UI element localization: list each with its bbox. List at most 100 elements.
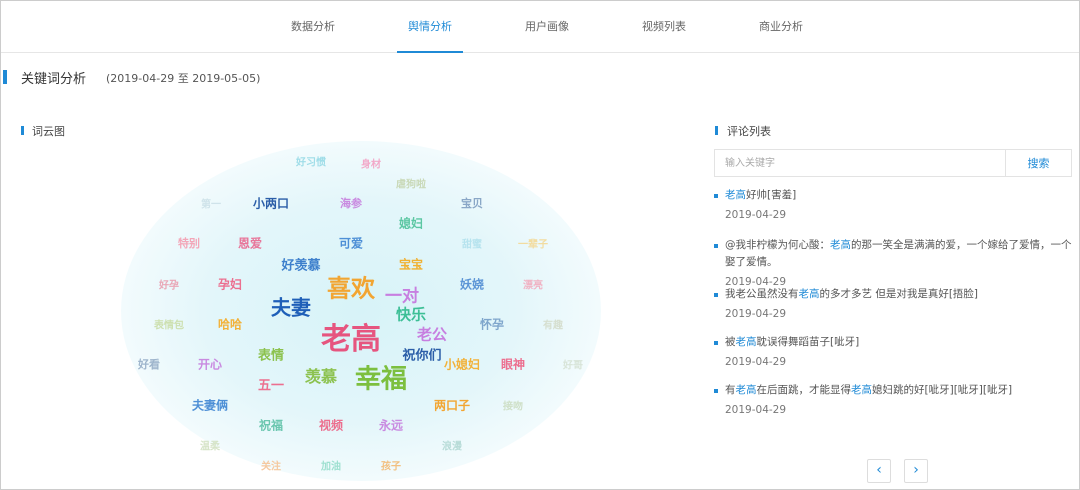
cloud-word[interactable]: 妖娆 <box>460 276 484 293</box>
cloud-word[interactable]: 一辈子 <box>518 236 548 251</box>
cloud-word[interactable]: 可爱 <box>339 235 363 252</box>
date-range: (2019-04-29 至 2019-05-05) <box>106 72 261 85</box>
tab-user-profile[interactable]: 用户画像 <box>514 1 580 53</box>
text-segment: 好帅[害羞] <box>746 189 797 201</box>
bullet <box>714 293 718 297</box>
section-title: 关键词分析 <box>21 72 87 87</box>
comment-text: @我非柠檬为何心酸：老高的那一笑全是满满的爱，一个嫁给了爱情，一个娶了爱情。 <box>714 237 1074 271</box>
cloud-word[interactable]: 老公 <box>417 324 447 345</box>
keyword-highlight: 老高 <box>735 384 757 396</box>
text-segment: 有 <box>725 384 736 396</box>
chevron-right-icon: › <box>913 462 919 478</box>
cloud-word[interactable]: 祝福 <box>259 417 283 434</box>
comment-date: 2019-04-29 <box>725 308 787 320</box>
text-segment: 的多才多艺 但是对我是真好[捂脸] <box>819 288 979 300</box>
cloud-word[interactable]: 两口子 <box>434 397 470 414</box>
cloud-word[interactable]: 好哥 <box>563 357 583 372</box>
bullet <box>714 389 718 393</box>
cloud-word[interactable]: 怀孕 <box>480 316 504 333</box>
cloud-word[interactable]: 好孕 <box>159 277 179 292</box>
comment-text: 老高好帅[害羞] <box>714 187 1074 204</box>
bullet <box>714 194 718 198</box>
comment-item: 被老高耽误得舞蹈苗子[呲牙] 2019-04-29 <box>714 334 1074 371</box>
cloud-word[interactable]: 哈哈 <box>218 316 242 333</box>
keyword-highlight: 老高 <box>725 189 746 201</box>
cloud-word[interactable]: 浪漫 <box>442 438 462 453</box>
keyword-highlight: 老高 <box>830 239 851 251</box>
text-segment: @我非柠檬为何心酸： <box>725 239 830 251</box>
cloud-marker <box>21 126 24 135</box>
chevron-left-icon: ‹ <box>876 462 882 478</box>
section-marker <box>3 70 7 84</box>
cloud-word[interactable]: 表情 <box>258 345 284 364</box>
cloud-word[interactable]: 身材 <box>361 156 381 171</box>
comment-date: 2019-04-29 <box>725 209 787 221</box>
comment-text: 我老公虽然没有老高的多才多艺 但是对我是真好[捂脸] <box>714 286 1074 303</box>
cloud-word[interactable]: 五一 <box>258 375 284 394</box>
cloud-word[interactable]: 开心 <box>198 356 222 373</box>
text-segment: 被 <box>725 336 736 348</box>
comment-item: 老高好帅[害羞] 2019-04-29 <box>714 187 1074 224</box>
prev-page-button[interactable]: ‹ <box>867 459 891 483</box>
cloud-word[interactable]: 孩子 <box>381 458 401 473</box>
text-segment: 在后面跳，才能显得 <box>756 384 852 396</box>
tab-business-analysis[interactable]: 商业分析 <box>748 1 814 53</box>
text-segment: 媳妇跳的好[呲牙][呲牙][呲牙] <box>872 384 1013 396</box>
cloud-word[interactable]: 加油 <box>321 458 341 473</box>
cloud-word[interactable]: 第一 <box>201 196 221 211</box>
cloud-word[interactable]: 视频 <box>319 417 343 434</box>
cloud-word[interactable]: 好看 <box>138 356 160 372</box>
cloud-word[interactable]: 幸福 <box>355 359 407 396</box>
cloud-word[interactable]: 好羡慕 <box>281 255 320 274</box>
comment-search: 搜索 <box>714 149 1072 177</box>
next-page-button[interactable]: › <box>904 459 928 483</box>
comment-item: 我老公虽然没有老高的多才多艺 但是对我是真好[捂脸] 2019-04-29 <box>714 286 1074 323</box>
cloud-word[interactable]: 祝你们 <box>402 345 441 364</box>
cloud-word[interactable]: 小媳妇 <box>444 356 480 373</box>
tab-video-list[interactable]: 视频列表 <box>631 1 697 53</box>
cloud-word[interactable]: 小两口 <box>253 195 289 212</box>
cloud-word[interactable]: 媳妇 <box>399 215 423 232</box>
tab-data-analysis[interactable]: 数据分析 <box>280 1 346 53</box>
cloud-word[interactable]: 关注 <box>261 458 281 473</box>
comments-title: 评论列表 <box>727 125 771 138</box>
cloud-word[interactable]: 夫妻俩 <box>192 397 228 414</box>
comment-date: 2019-04-29 <box>725 356 787 368</box>
comment-text: 有老高在后面跳，才能显得老高媳妇跳的好[呲牙][呲牙][呲牙] <box>714 382 1074 399</box>
keyword-highlight: 老高 <box>851 384 872 396</box>
cloud-word[interactable]: 恩爱 <box>238 235 262 252</box>
cloud-word[interactable]: 表情包 <box>154 317 184 332</box>
cloud-word[interactable]: 宝宝 <box>399 256 423 273</box>
cloud-word[interactable]: 温柔 <box>200 438 220 453</box>
cloud-word[interactable]: 喜欢 <box>327 269 375 304</box>
cloud-word[interactable]: 眼神 <box>501 356 525 373</box>
word-cloud-background <box>121 141 601 481</box>
cloud-word[interactable]: 老高 <box>321 314 381 358</box>
comment-text: 被老高耽误得舞蹈苗子[呲牙] <box>714 334 1074 351</box>
keyword-highlight: 老高 <box>735 336 757 348</box>
cloud-word[interactable]: 特别 <box>178 235 200 251</box>
text-segment: 我老公虽然没有 <box>725 288 799 300</box>
cloud-word[interactable]: 孕妇 <box>218 276 242 293</box>
cloud-word[interactable]: 夫妻 <box>271 292 311 321</box>
keyword-highlight: 老高 <box>798 288 820 300</box>
comment-item: @我非柠檬为何心酸：老高的那一笑全是满满的爱，一个嫁给了爱情，一个娶了爱情。 20… <box>714 237 1074 291</box>
cloud-word[interactable]: 快乐 <box>396 304 426 325</box>
cloud-word[interactable]: 好习惯 <box>296 154 326 169</box>
cloud-word[interactable]: 甜蜜 <box>462 236 482 251</box>
text-segment: 耽误得舞蹈苗子[呲牙] <box>756 336 860 348</box>
cloud-word[interactable]: 羡慕 <box>305 363 337 387</box>
keyword-input[interactable] <box>715 150 1005 176</box>
tab-sentiment-analysis[interactable]: 舆情分析 <box>397 1 463 53</box>
word-cloud-title: 词云图 <box>32 125 65 138</box>
cloud-word[interactable]: 虐狗啦 <box>396 176 426 191</box>
cloud-word[interactable]: 漂亮 <box>523 277 543 292</box>
search-button[interactable]: 搜索 <box>1005 150 1071 176</box>
cloud-word[interactable]: 宝贝 <box>461 195 483 211</box>
cloud-word[interactable]: 海参 <box>340 195 362 211</box>
cloud-word[interactable]: 永远 <box>379 417 403 434</box>
cloud-word[interactable]: 有趣 <box>543 317 563 332</box>
comment-item: 有老高在后面跳，才能显得老高媳妇跳的好[呲牙][呲牙][呲牙] 2019-04-2… <box>714 382 1074 419</box>
bullet <box>714 341 718 345</box>
cloud-word[interactable]: 接吻 <box>503 398 523 413</box>
